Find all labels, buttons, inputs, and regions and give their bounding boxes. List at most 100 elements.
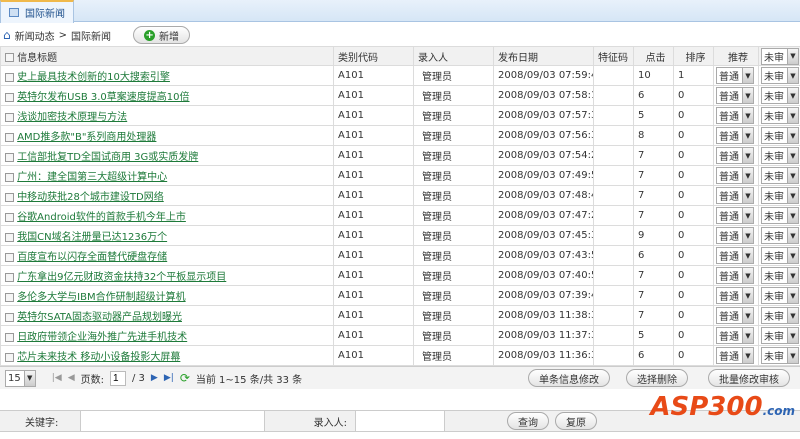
breadcrumb-parent[interactable]: 新闻动态	[15, 28, 55, 43]
page-size-select[interactable]: 15 ▼	[5, 369, 36, 387]
status-select[interactable]: 未审 ▼	[761, 147, 799, 164]
category-cell: A101	[333, 105, 414, 126]
row-checkbox[interactable]	[5, 252, 14, 262]
row-checkbox[interactable]	[5, 332, 14, 342]
delete-selected-button[interactable]: 选择删除	[626, 369, 688, 387]
date-cell: 2008/09/03 11:36:33	[493, 345, 594, 366]
news-title-link[interactable]: 谷歌Android软件的首款手机今年上市	[17, 212, 186, 223]
feature-cell	[593, 325, 634, 346]
news-title-link[interactable]: 我国CN域名注册量已达1236万个	[17, 232, 167, 243]
status-select[interactable]: 未审 ▼	[761, 207, 799, 224]
status-select[interactable]: 未审 ▼	[761, 247, 799, 264]
recommend-value: 普通	[719, 352, 739, 363]
news-title-link[interactable]: 英特尔SATA固态驱动器产品规划曝光	[17, 312, 182, 323]
status-select[interactable]: 未审 ▼	[761, 307, 799, 324]
news-title-link[interactable]: 多伦多大学与IBM合作研制超级计算机	[17, 292, 185, 303]
row-checkbox[interactable]	[5, 92, 14, 102]
table-row: 谷歌Android软件的首款手机今年上市 A101 管理员 2008/09/03…	[0, 205, 800, 226]
news-title-link[interactable]: 百度宣布以闪存全面替代硬盘存储	[17, 252, 167, 263]
row-checkbox[interactable]	[5, 352, 14, 362]
news-title-link[interactable]: 浅谈加密技术原理与方法	[17, 112, 127, 123]
status-select[interactable]: 未审 ▼	[761, 287, 799, 304]
add-button[interactable]: + 新增	[133, 26, 191, 44]
category-cell: A101	[333, 125, 414, 146]
query-button[interactable]: 查询	[507, 412, 549, 430]
news-title-link[interactable]: 芯片未来技术 移动小设备投影大屏幕	[17, 352, 180, 363]
row-checkbox[interactable]	[5, 232, 14, 242]
reset-button[interactable]: 复原	[555, 412, 597, 430]
recommend-select[interactable]: 普通 ▼	[716, 227, 754, 244]
row-checkbox[interactable]	[5, 132, 14, 142]
recommend-select[interactable]: 普通 ▼	[716, 127, 754, 144]
refresh-icon[interactable]: ⟳	[180, 371, 190, 385]
last-page-icon[interactable]: ▶|	[164, 373, 174, 383]
row-checkbox[interactable]	[5, 112, 14, 122]
status-filter-select[interactable]: 未审 ▼	[761, 47, 799, 65]
recommend-select[interactable]: 普通 ▼	[716, 67, 754, 84]
chevron-down-icon: ▼	[787, 248, 798, 263]
status-select[interactable]: 未审 ▼	[761, 67, 799, 84]
breadcrumb-current: 国际新闻	[71, 31, 112, 43]
news-title-link[interactable]: 工信部批复TD全国试商用 3G或实质发牌	[17, 152, 198, 163]
status-select[interactable]: 未审 ▼	[761, 347, 799, 364]
select-all-checkbox[interactable]	[5, 53, 14, 62]
recommend-select[interactable]: 普通 ▼	[716, 307, 754, 324]
recommend-select[interactable]: 普通 ▼	[716, 267, 754, 284]
recommend-select[interactable]: 普通 ▼	[716, 287, 754, 304]
edit-single-button[interactable]: 单条信息修改	[528, 369, 610, 387]
status-select[interactable]: 未审 ▼	[761, 87, 799, 104]
status-select[interactable]: 未审 ▼	[761, 227, 799, 244]
page-input[interactable]	[110, 370, 126, 386]
recommend-select[interactable]: 普通 ▼	[716, 327, 754, 344]
recommend-select[interactable]: 普通 ▼	[716, 247, 754, 264]
status-select[interactable]: 未审 ▼	[761, 267, 799, 284]
home-icon[interactable]: ⌂	[3, 28, 11, 42]
recommend-select[interactable]: 普通 ▼	[716, 347, 754, 364]
recommend-select[interactable]: 普通 ▼	[716, 87, 754, 104]
news-title-link[interactable]: 英特尔发布USB 3.0草案速度提高10倍	[17, 92, 189, 103]
tab-bar: 国际新闻	[0, 0, 800, 23]
row-checkbox[interactable]	[5, 72, 14, 82]
news-title-link[interactable]: 日政府带领企业海外推广先进手机技术	[17, 332, 187, 343]
recommend-value: 普通	[719, 92, 739, 103]
chevron-down-icon: ▼	[742, 208, 753, 223]
next-page-icon[interactable]: ▶	[151, 373, 158, 383]
row-checkbox[interactable]	[5, 272, 14, 282]
status-select[interactable]: 未审 ▼	[761, 107, 799, 124]
status-select[interactable]: 未审 ▼	[761, 327, 799, 344]
recommend-select[interactable]: 普通 ▼	[716, 107, 754, 124]
clicks-cell: 7	[633, 145, 674, 166]
status-value: 未审	[764, 172, 784, 183]
author-input[interactable]	[355, 411, 445, 431]
recommend-select[interactable]: 普通 ▼	[716, 147, 754, 164]
status-value: 未审	[764, 92, 784, 103]
row-checkbox[interactable]	[5, 172, 14, 182]
tab-international-news[interactable]: 国际新闻	[0, 0, 74, 23]
clicks-cell: 6	[633, 245, 674, 266]
order-cell: 0	[673, 325, 714, 346]
row-checkbox[interactable]	[5, 192, 14, 202]
status-select[interactable]: 未审 ▼	[761, 167, 799, 184]
row-checkbox[interactable]	[5, 152, 14, 162]
news-title-link[interactable]: 中移动获批28个城市建设TD网络	[17, 192, 164, 203]
row-checkbox[interactable]	[5, 312, 14, 322]
category-cell: A101	[333, 165, 414, 186]
chevron-down-icon: ▼	[742, 68, 753, 83]
row-checkbox[interactable]	[5, 212, 14, 222]
prev-page-icon[interactable]: ◀	[68, 373, 75, 383]
recommend-select[interactable]: 普通 ▼	[716, 167, 754, 184]
news-title-link[interactable]: AMD推多款"B"系列商用处理器	[17, 132, 156, 143]
clicks-cell: 6	[633, 85, 674, 106]
recommend-select[interactable]: 普通 ▼	[716, 187, 754, 204]
status-select[interactable]: 未审 ▼	[761, 187, 799, 204]
news-title-link[interactable]: 广东拿出9亿元财政资金扶持32个平板显示项目	[17, 272, 226, 283]
row-checkbox[interactable]	[5, 292, 14, 302]
chevron-down-icon: ▼	[787, 168, 798, 183]
first-page-icon[interactable]: |◀	[52, 373, 62, 383]
news-title-link[interactable]: 广州：建全国第三大超级计算中心	[17, 172, 167, 183]
batch-review-button[interactable]: 批量修改审核	[708, 369, 790, 387]
status-select[interactable]: 未审 ▼	[761, 127, 799, 144]
keyword-input[interactable]	[80, 411, 265, 431]
recommend-select[interactable]: 普通 ▼	[716, 207, 754, 224]
news-title-link[interactable]: 史上最具技术创新的10大搜索引擎	[17, 72, 170, 83]
